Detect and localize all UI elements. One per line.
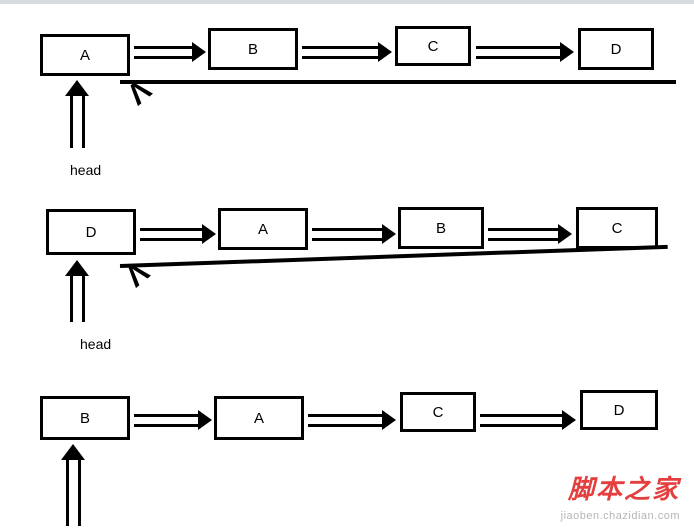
linked-list-node: B [40,396,130,440]
node-label: B [80,410,90,427]
node-label: B [436,220,446,237]
head-pointer-arrow [64,82,90,148]
linked-list-node: D [580,390,658,430]
node-label: D [614,402,625,419]
head-label: head [70,162,101,178]
linked-list-node: A [218,208,308,250]
linked-list-node: A [40,34,130,76]
head-pointer-arrow [64,262,90,322]
next-arrow [302,42,390,62]
linked-list-node: C [576,207,658,249]
next-arrow [308,410,394,430]
linked-list-node: D [578,28,654,70]
next-arrow [140,224,214,244]
node-label: B [248,41,258,58]
watermark-url: jiaoben.chazidian.com [561,510,680,522]
insert-caret-icon: V [117,254,154,293]
diagram-canvas: A B C D Vhead D A B C Vhead B A C D [0,0,694,528]
next-arrow [134,42,204,62]
linked-list-node: D [46,209,136,255]
back-edge [120,80,676,84]
node-label: D [611,41,622,58]
next-arrow [134,410,210,430]
next-arrow [476,42,572,62]
linked-list-node: B [398,207,484,249]
next-arrow [488,224,570,244]
node-label: A [254,410,264,427]
linked-list-node: B [208,28,298,70]
head-label: head [80,336,111,352]
head-pointer-arrow [60,446,86,526]
next-arrow [312,224,394,244]
watermark-text: 脚本之家 [568,469,680,506]
back-edge [120,245,668,268]
linked-list-node: C [395,26,471,66]
next-arrow [480,410,574,430]
node-label: C [428,38,439,55]
insert-caret-icon: V [119,72,156,111]
node-label: A [258,221,268,238]
node-label: C [433,404,444,421]
linked-list-node: C [400,392,476,432]
linked-list-node: A [214,396,304,440]
node-label: A [80,47,90,64]
node-label: C [612,220,623,237]
node-label: D [86,224,97,241]
